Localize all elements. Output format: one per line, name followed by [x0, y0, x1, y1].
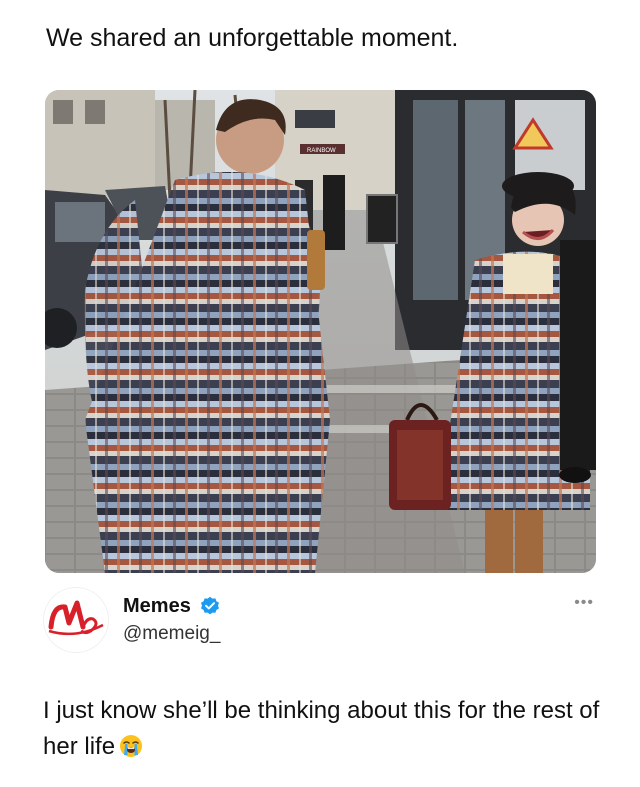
author-display-name[interactable]: Memes	[123, 593, 191, 619]
verified-badge-icon	[200, 596, 220, 616]
author-row: Memes @memeig_ •••	[43, 587, 598, 657]
street-photo-illustration: RAINBOW	[45, 90, 596, 573]
loudly-crying-face-icon	[119, 733, 143, 757]
shop-sign-text: RAINBOW	[307, 148, 336, 154]
caption-text: We shared an unforgettable moment.	[46, 24, 459, 52]
author-handle[interactable]: @memeig_	[123, 621, 220, 647]
author-name-block: Memes @memeig_	[123, 593, 220, 647]
post-photo[interactable]: RAINBOW	[45, 90, 596, 573]
memes-logo-icon	[44, 588, 108, 652]
author-avatar[interactable]	[43, 587, 109, 653]
post-text: I just know she’ll be thinking about thi…	[43, 693, 603, 765]
more-options-icon[interactable]: •••	[574, 595, 594, 611]
